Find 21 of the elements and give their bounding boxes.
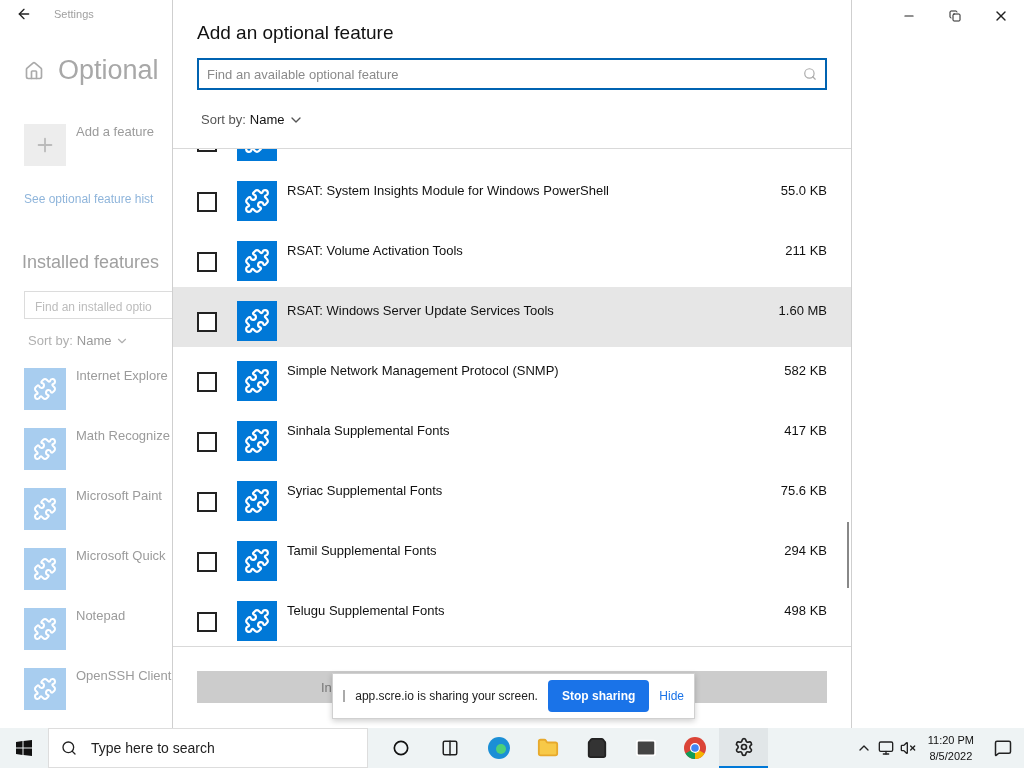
feature-name: Telugu Supplemental Fonts xyxy=(287,603,446,618)
feature-size: 1.60 MB xyxy=(778,303,827,318)
feature-name: RSAT: Windows Server Update Services Tools xyxy=(287,303,555,318)
app-title: Settings xyxy=(54,7,94,20)
feature-size: 294 KB xyxy=(784,543,827,558)
feature-size: 75.6 KB xyxy=(780,483,827,498)
dialog-title: Add an optional feature xyxy=(196,21,395,45)
sharing-message: app.scre.io is sharing your screen. xyxy=(355,689,538,703)
feature-size: 211 KB xyxy=(785,243,827,258)
feature-name: Syriac Supplemental Fonts xyxy=(287,483,444,498)
feature-name: Sinhala Supplemental Fonts xyxy=(287,423,451,438)
page-heading: Optional xyxy=(58,55,159,87)
section-heading: Installed features xyxy=(22,252,161,274)
feature-name: RSAT: Volume Activation Tools xyxy=(287,243,464,258)
feature-size: 582 KB xyxy=(784,363,827,378)
feature-name: Tamil Supplemental Fonts xyxy=(287,543,438,558)
feature-size: 417 KB xyxy=(784,423,827,438)
feature-name: RSAT: System Insights Module for Windows PowerShell xyxy=(287,183,610,198)
feature-size: 55.0 KB xyxy=(780,183,827,198)
feature-name: Simple Network Management Protocol (SNMP) xyxy=(287,363,560,378)
feature-size: 498 KB xyxy=(784,603,827,618)
